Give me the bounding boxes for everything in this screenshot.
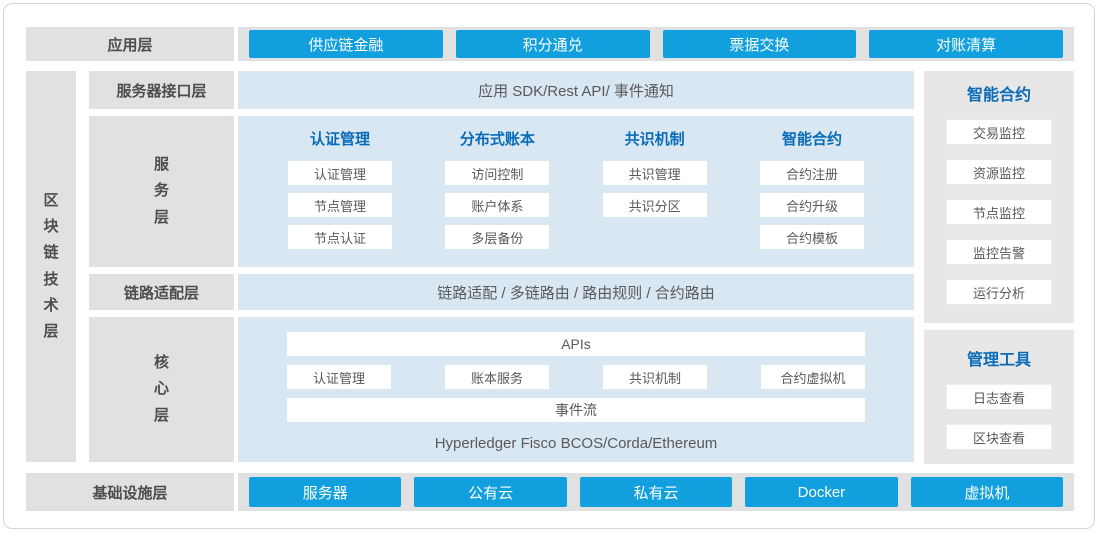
service-item: 访问控制 (445, 161, 549, 185)
side-item: 区块查看 (946, 424, 1052, 450)
event-stream-bar: 事件流 (287, 398, 865, 422)
distributed-ledger-header: 分布式账本 (445, 129, 549, 151)
core-module: 账本服务 (445, 365, 549, 389)
core-module: 共识机制 (603, 365, 707, 389)
link-adapter-layer-content: 链路适配 / 多链路由 / 路由规则 / 合约路由 (238, 274, 914, 310)
service-item: 节点认证 (288, 225, 392, 249)
service-item: 账户体系 (445, 193, 549, 217)
side-item: 日志查看 (946, 384, 1052, 410)
node-reconciliation-clearing: 对账清算 (869, 30, 1063, 58)
node-public-cloud: 公有云 (414, 477, 566, 507)
management-tools-panel-title: 管理工具 (967, 350, 1031, 372)
side-item: 资源监控 (946, 159, 1052, 185)
service-item: 节点管理 (288, 193, 392, 217)
smart-contract-header: 智能合约 (760, 129, 864, 151)
side-panels-column: 智能合约 交易监控 资源监控 节点监控 监控告警 运行分析 管理工具 日志查看 … (924, 71, 1074, 462)
node-points-redemption: 积分通兑 (456, 30, 650, 58)
side-item: 节点监控 (946, 199, 1052, 225)
service-item: 共识管理 (603, 161, 707, 185)
core-layer-label: 核 心 层 (89, 317, 234, 462)
infrastructure-layer-strip: 服务器 公有云 私有云 Docker 虚拟机 (238, 473, 1074, 511)
blockchain-tech-layer-area: 区 块 链 技 术 层 服务器接口层 服 务 层 链路适配层 核 心 层 应用 … (26, 71, 1074, 462)
blockchain-tech-layer-label: 区 块 链 技 术 层 (26, 71, 76, 462)
node-virtual-machine: 虚拟机 (911, 477, 1063, 507)
side-item: 监控告警 (946, 239, 1052, 265)
management-tools-panel: 管理工具 日志查看 区块查看 (924, 330, 1074, 464)
service-item: 合约注册 (760, 161, 864, 185)
infrastructure-layer-label: 基础设施层 (26, 473, 234, 511)
service-item: 合约模板 (760, 225, 864, 249)
core-modules-row: 认证管理 账本服务 共识机制 合约虚拟机 (287, 365, 865, 389)
service-layer-panel: 认证管理 认证管理 节点管理 节点认证 分布式账本 访问控制 账户体系 多层备份… (238, 116, 914, 267)
auth-mgmt-column: 认证管理 认证管理 节点管理 节点认证 (288, 129, 392, 267)
smart-contract-column: 智能合约 合约注册 合约升级 合约模板 (760, 129, 864, 267)
link-adapter-layer-label: 链路适配层 (89, 274, 234, 310)
node-supply-chain-finance: 供应链金融 (249, 30, 443, 58)
side-item: 交易监控 (946, 119, 1052, 145)
server-interface-layer-content: 应用 SDK/Rest API/ 事件通知 (238, 71, 914, 109)
core-layer-panel: APIs 认证管理 账本服务 共识机制 合约虚拟机 事件流 Hyperledge… (238, 317, 914, 462)
application-layer-label: 应用层 (26, 27, 234, 61)
core-module: 认证管理 (287, 365, 391, 389)
platforms-text: Hyperledger Fisco BCOS/Corda/Ethereum (435, 435, 718, 452)
consensus-column: 共识机制 共识管理 共识分区 (603, 129, 707, 267)
sublayer-content-column: 应用 SDK/Rest API/ 事件通知 认证管理 认证管理 节点管理 节点认… (238, 71, 914, 462)
node-server: 服务器 (249, 477, 401, 507)
distributed-ledger-column: 分布式账本 访问控制 账户体系 多层备份 (445, 129, 549, 267)
infrastructure-layer-row: 基础设施层 服务器 公有云 私有云 Docker 虚拟机 (26, 473, 1074, 511)
node-private-cloud: 私有云 (580, 477, 732, 507)
side-item: 运行分析 (946, 279, 1052, 305)
architecture-diagram-card: 应用层 供应链金融 积分通兑 票据交换 对账清算 区 块 链 技 术 层 服务器… (3, 3, 1095, 529)
service-item: 共识分区 (603, 193, 707, 217)
application-layer-row: 应用层 供应链金融 积分通兑 票据交换 对账清算 (26, 27, 1074, 61)
application-layer-strip: 供应链金融 积分通兑 票据交换 对账清算 (238, 27, 1074, 61)
service-item: 多层备份 (445, 225, 549, 249)
service-item: 合约升级 (760, 193, 864, 217)
smart-contract-panel-title: 智能合约 (967, 85, 1031, 107)
server-interface-layer-label: 服务器接口层 (89, 71, 234, 109)
auth-mgmt-header: 认证管理 (288, 129, 392, 151)
sublayer-labels-column: 服务器接口层 服 务 层 链路适配层 核 心 层 (89, 71, 234, 462)
service-item: 认证管理 (288, 161, 392, 185)
smart-contract-monitor-panel: 智能合约 交易监控 资源监控 节点监控 监控告警 运行分析 (924, 71, 1074, 323)
core-module: 合约虚拟机 (761, 365, 865, 389)
consensus-header: 共识机制 (603, 129, 707, 151)
node-docker: Docker (745, 477, 897, 507)
service-layer-label: 服 务 层 (89, 116, 234, 267)
node-bill-exchange: 票据交换 (663, 30, 857, 58)
apis-bar: APIs (287, 332, 865, 356)
